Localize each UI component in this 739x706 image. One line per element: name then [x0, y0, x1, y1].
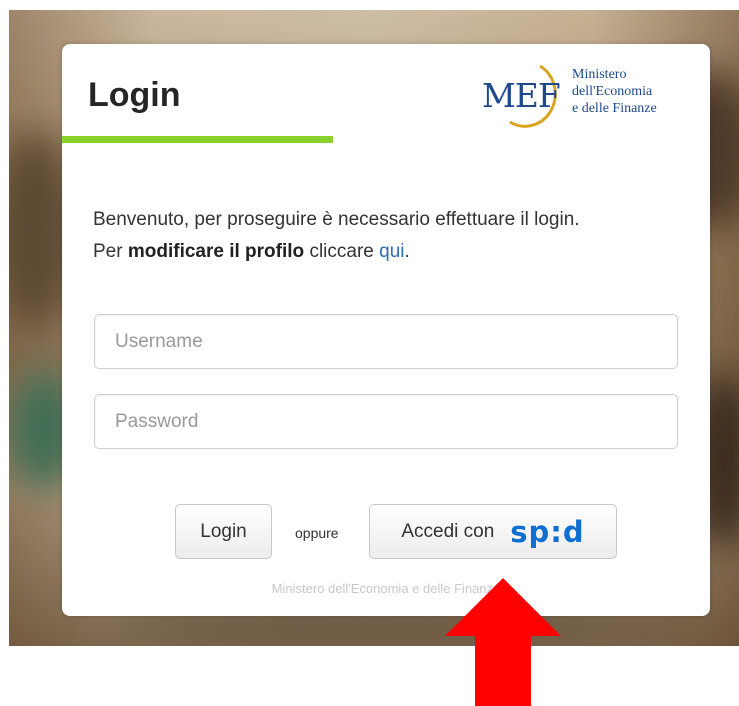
profile-link[interactable]: qui: [379, 241, 404, 262]
username-input[interactable]: [94, 314, 678, 369]
footer-text: Ministero dell'Economia e delle Finanze: [271, 581, 501, 596]
spid-login-button[interactable]: Accedi con sp:d: [369, 504, 617, 559]
welcome-line-2: Per modificare il profilo cliccare qui.: [93, 241, 410, 262]
mef-text: MEF: [482, 76, 561, 115]
spid-logo-icon: sp:d: [510, 514, 585, 549]
red-up-arrow-icon: [445, 578, 561, 706]
modify-profile-bold: modificare il profilo: [127, 241, 305, 262]
ministry-name: Ministero dell'Economia e delle Finanze: [572, 67, 657, 116]
mef-logo: MEF Ministero dell'Economia e delle Fina…: [482, 58, 702, 138]
welcome-text: Benvenuto, per proseguire è necessario e…: [93, 204, 693, 268]
oppure-label: oppure: [295, 525, 339, 541]
login-button[interactable]: Login: [175, 504, 272, 559]
welcome-line-1: Benvenuto, per proseguire è necessario e…: [93, 209, 580, 230]
page-title: Login: [88, 76, 181, 114]
spid-button-label: Accedi con: [401, 520, 495, 542]
title-underline: [62, 136, 333, 143]
password-input[interactable]: [94, 394, 678, 449]
login-card: Login MEF Ministero dell'Economia e dell…: [62, 44, 710, 616]
